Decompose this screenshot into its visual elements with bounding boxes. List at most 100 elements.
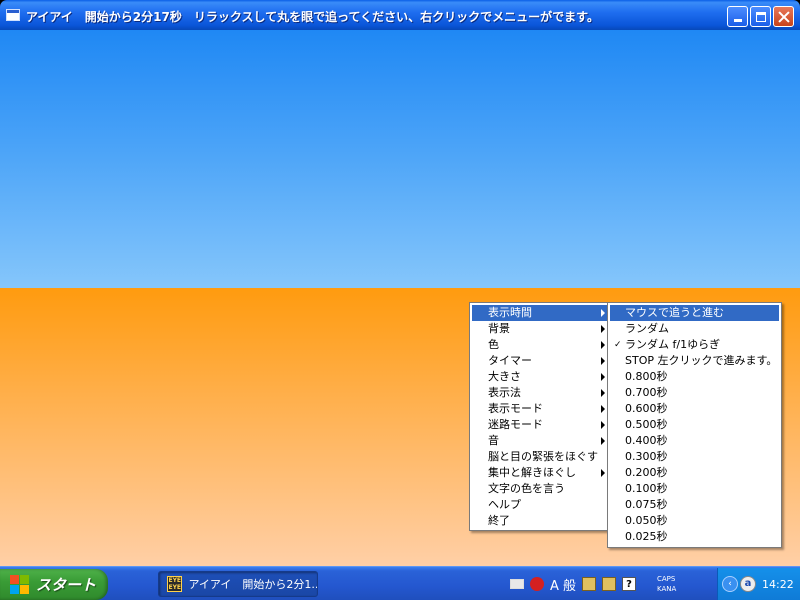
submenu-arrow-icon [601,469,605,477]
eraser-icon[interactable] [602,577,617,591]
submenu-item-label: 0.200秒 [625,466,668,479]
maximize-button[interactable] [750,6,771,27]
submenu-item-stop[interactable]: STOP 左クリックで進みます。 [610,353,779,369]
antivirus-icon[interactable]: a [740,576,756,592]
submenu-item-label: 0.500秒 [625,418,668,431]
submenu-item-random[interactable]: ランダム [610,321,779,337]
context-menu: 表示時間 背景 色 タイマー 大きさ 表示法 表示モード 迷路モード 音 脳と目… [469,302,612,531]
taskbar-window-button[interactable]: EYE EYE アイアイ 開始から2分1... [158,571,318,597]
submenu-item-label: 0.600秒 [625,402,668,415]
menu-item-help[interactable]: ヘルプ [472,497,609,513]
submenu-item-time[interactable]: 0.700秒 [610,385,779,401]
submenu-item-label: ランダム f/1ゆらぎ [625,338,721,351]
menu-item-size[interactable]: 大きさ [472,369,609,385]
menu-item-maze-mode[interactable]: 迷路モード [472,417,609,433]
submenu-item-time[interactable]: 0.075秒 [610,497,779,513]
submenu-item-label: 0.300秒 [625,450,668,463]
window-title: アイアイ 開始から2分17秒 リラックスして丸を眼で追ってください、右クリックで… [26,10,599,24]
menu-item-say-text-color[interactable]: 文字の色を言う [472,481,609,497]
close-icon [778,11,790,23]
menu-item-label: 終了 [488,514,510,527]
submenu-arrow-icon [601,309,605,317]
menu-item-display-method[interactable]: 表示法 [472,385,609,401]
submenu-item-time[interactable]: 0.800秒 [610,369,779,385]
menu-item-label: 脳と目の緊張をほぐす [488,450,598,463]
clock[interactable]: 14:22 [762,578,794,591]
submenu-arrow-icon [601,421,605,429]
start-button[interactable]: スタート [0,569,108,600]
close-button[interactable] [773,6,794,27]
submenu-item-time[interactable]: 0.300秒 [610,449,779,465]
menu-item-label: 表示法 [488,386,521,399]
menu-item-label: タイマー [488,354,532,367]
menu-item-label: 表示モード [488,402,543,415]
keyboard-icon[interactable] [510,579,524,589]
submenu-item-label: 0.025秒 [625,530,668,543]
chevron-left-icon[interactable]: ‹ [722,576,738,592]
menu-item-label: 文字の色を言う [488,482,565,495]
submenu-arrow-icon [601,357,605,365]
submenu-arrow-icon [601,389,605,397]
menu-item-color[interactable]: 色 [472,337,609,353]
maximize-icon [755,11,766,22]
app-eye-icon: EYE EYE [167,576,183,592]
kana-label: KANA [657,585,677,593]
caps-label: CAPS [657,575,676,583]
submenu-item-random-fluctuation[interactable]: ✓ ランダム f/1ゆらぎ [610,337,779,353]
submenu-arrow-icon [601,341,605,349]
display-time-submenu: マウスで追うと進む ランダム ✓ ランダム f/1ゆらぎ STOP 左クリックで進… [607,302,782,548]
submenu-item-time[interactable]: 0.100秒 [610,481,779,497]
window-icon[interactable] [6,9,20,21]
caps-kana-indicator[interactable]: CAPS KANA [657,574,676,594]
system-tray: A 般 ? [510,575,637,594]
minimize-button[interactable] [727,6,748,27]
submenu-item-time[interactable]: 0.500秒 [610,417,779,433]
help-icon[interactable]: ? [622,577,637,591]
menu-item-exit[interactable]: 終了 [472,513,609,529]
submenu-arrow-icon [601,437,605,445]
menu-item-label: 音 [488,434,499,447]
security-icon[interactable] [530,577,544,591]
title-bar[interactable]: アイアイ 開始から2分17秒 リラックスして丸を眼で追ってください、右クリックで… [0,0,800,30]
submenu-item-label: 0.100秒 [625,482,668,495]
menu-item-background[interactable]: 背景 [472,321,609,337]
menu-item-display-mode[interactable]: 表示モード [472,401,609,417]
submenu-item-time[interactable]: 0.200秒 [610,465,779,481]
menu-item-timer[interactable]: タイマー [472,353,609,369]
check-icon: ✓ [614,340,622,350]
submenu-item-time[interactable]: 0.400秒 [610,433,779,449]
notification-area: ‹ a 14:22 [717,568,800,600]
submenu-item-label: 0.700秒 [625,386,668,399]
taskbar: スタート EYE EYE アイアイ 開始から2分1... A 般 ? CAPS … [0,566,800,600]
submenu-item-time[interactable]: 0.050秒 [610,513,779,529]
submenu-item-label: 0.075秒 [625,498,668,511]
submenu-item-time[interactable]: 0.025秒 [610,529,779,545]
menu-item-label: ヘルプ [488,498,521,511]
start-label: スタート [36,576,97,594]
submenu-item-label: 0.050秒 [625,514,668,527]
submenu-arrow-icon [601,373,605,381]
menu-item-label: 色 [488,338,499,351]
menu-item-label: 集中と解きほぐし [488,466,576,479]
submenu-item-label: マウスで追うと進む [625,306,724,319]
menu-item-label: 迷路モード [488,418,543,431]
minimize-icon [733,19,742,22]
submenu-arrow-icon [601,405,605,413]
taskbar-window-label: アイアイ 開始から2分1... [188,578,317,591]
submenu-item-label: 0.800秒 [625,370,668,383]
submenu-item-label: STOP 左クリックで進みます。 [625,354,778,367]
menu-item-relax-brain-eyes[interactable]: 脳と目の緊張をほぐす [472,449,609,465]
toolbox-icon[interactable] [582,577,597,591]
menu-item-label: 大きさ [488,370,521,383]
submenu-arrow-icon [601,325,605,333]
submenu-item-follow-mouse[interactable]: マウスで追うと進む [610,305,779,321]
windows-logo-icon [10,574,30,595]
submenu-item-label: ランダム [625,322,669,335]
menu-item-label: 表示時間 [488,306,532,319]
sky-background[interactable] [0,30,800,288]
submenu-item-time[interactable]: 0.600秒 [610,401,779,417]
menu-item-display-time[interactable]: 表示時間 [472,305,609,321]
menu-item-focus-relax[interactable]: 集中と解きほぐし [472,465,609,481]
ime-indicator[interactable]: A 般 [550,576,576,594]
menu-item-sound[interactable]: 音 [472,433,609,449]
